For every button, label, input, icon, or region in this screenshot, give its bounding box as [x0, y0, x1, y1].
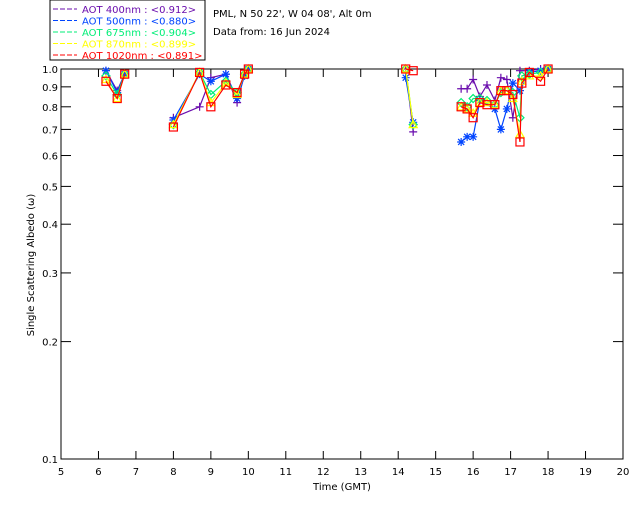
y-tick-label: 0.8 — [42, 103, 58, 114]
legend-entry: AOT 675nm : <0.904> — [82, 28, 196, 39]
x-tick-label: 9 — [208, 467, 214, 478]
chart-window: AOT 400nm : <0.912> AOT 500nm : <0.880> AO… — [0, 0, 640, 512]
asterisk-marker — [502, 104, 511, 113]
x-tick-label: 19 — [579, 467, 592, 478]
x-tick-label: 16 — [467, 467, 480, 478]
legend: AOT 400nm : <0.912>AOT 500nm : <0.880>AO… — [49, 0, 206, 62]
x-tick-label: 11 — [279, 467, 292, 478]
x-tick-label: 8 — [170, 467, 176, 478]
plus-marker — [482, 80, 491, 89]
plus-marker — [496, 73, 505, 82]
asterisk-marker — [496, 125, 505, 134]
x-tick-label: 6 — [95, 467, 101, 478]
axes: 5 6 7 8 9 10 11 12 13 14 15 16 17 18 19 20 0.1 0.2 0.3 0.4 0… — [42, 65, 629, 478]
x-tick-label: 15 — [429, 467, 442, 478]
y-tick-label: 0.9 — [42, 83, 58, 94]
y-tick-label: 0.3 — [42, 269, 58, 280]
series-2 — [101, 64, 553, 130]
x-tick-label: 14 — [392, 467, 405, 478]
plus-marker — [502, 75, 511, 84]
x-tick-label: 5 — [58, 467, 64, 478]
y-tick-label: 0.1 — [42, 455, 58, 466]
y-tick-label: 1.0 — [42, 65, 58, 76]
asterisk-marker — [457, 137, 466, 146]
y-tick-label: 0.7 — [42, 125, 58, 136]
legend-entry: AOT 500nm : <0.880> — [82, 17, 196, 28]
y-axis-label: Single Scattering Albedo (ω) — [26, 194, 37, 337]
plot-frame — [60, 68, 624, 460]
x-tick-label: 17 — [504, 467, 517, 478]
albedo-chart: AOT 400nm : <0.912>AOT 500nm : <0.880>AO… — [26, 0, 629, 493]
asterisk-marker — [508, 79, 517, 88]
y-tick-label: 0.5 — [42, 182, 58, 193]
legend-entry: AOT 1020nm : <0.891> — [82, 51, 202, 62]
x-tick-label: 10 — [242, 467, 255, 478]
x-tick-label: 18 — [542, 467, 555, 478]
data-date: Data from: 16 Jun 2024 — [213, 27, 330, 38]
legend-entry: AOT 870nm : <0.899> — [82, 40, 196, 51]
plus-marker — [463, 84, 472, 93]
asterisk-marker — [401, 73, 410, 82]
y-tick-label: 0.6 — [42, 152, 58, 163]
asterisk-marker — [469, 132, 478, 141]
x-tick-label: 20 — [617, 467, 630, 478]
asterisk-marker — [206, 77, 215, 86]
site-info: PML, N 50 22', W 04 08', Alt 0m — [213, 9, 372, 20]
y-tick-label: 0.4 — [42, 220, 58, 231]
y-tick-label: 0.2 — [42, 338, 58, 349]
plus-marker — [195, 102, 204, 111]
legend-entry: AOT 400nm : <0.912> — [82, 5, 196, 16]
asterisk-marker — [101, 66, 110, 75]
x-tick-label: 13 — [354, 467, 367, 478]
x-axis-label: Time (GMT) — [312, 482, 371, 493]
x-tick-label: 12 — [317, 467, 330, 478]
plus-marker — [469, 75, 478, 84]
data-marks — [100, 63, 554, 147]
x-tick-label: 7 — [133, 467, 139, 478]
